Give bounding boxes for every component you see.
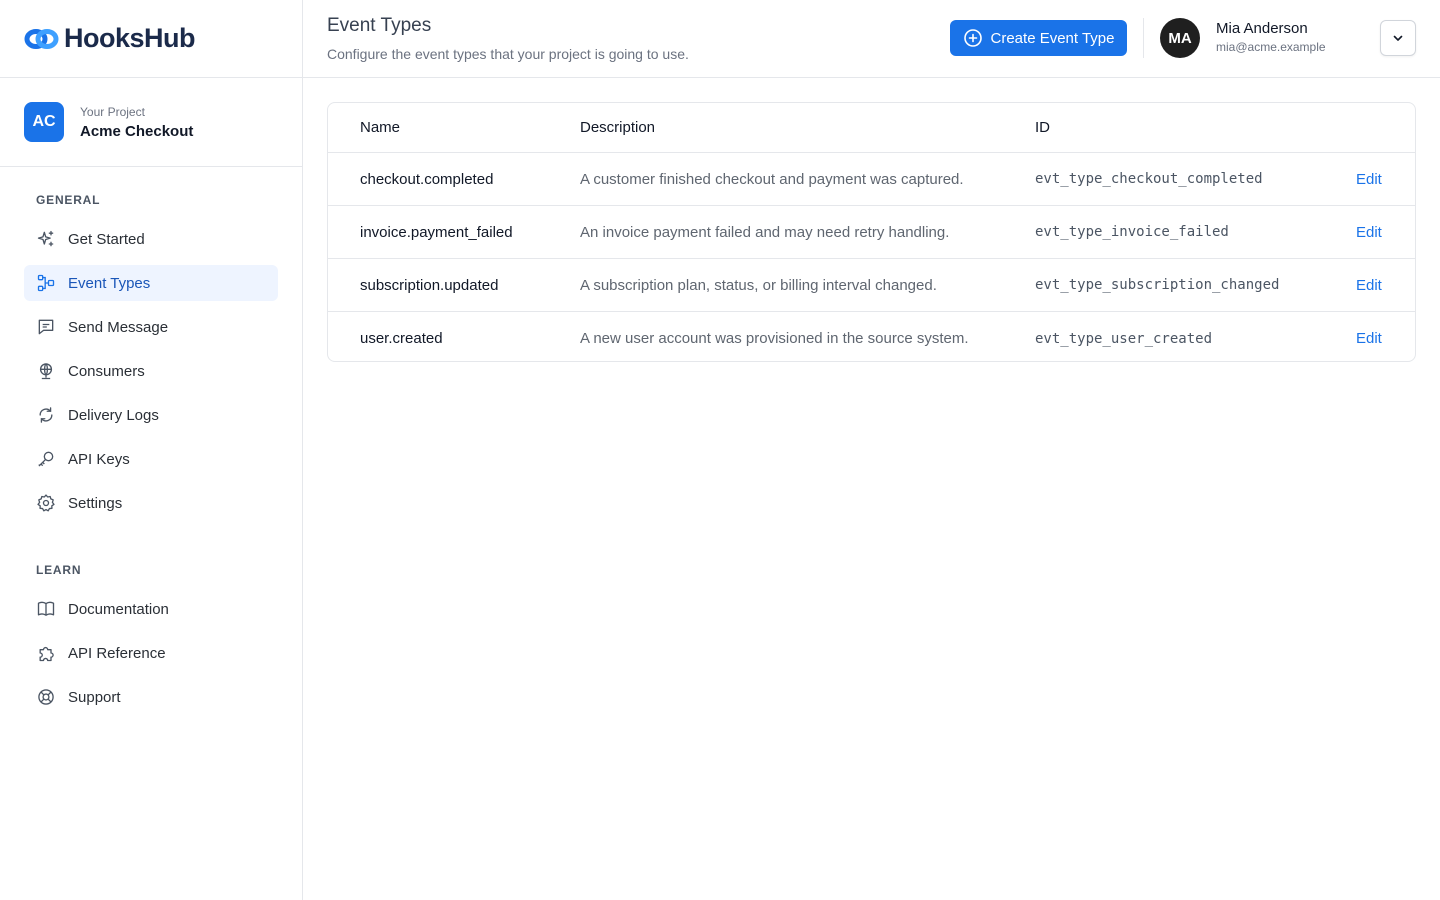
event-type-id: evt_type_checkout_completed [1035, 171, 1263, 187]
sidebar: HooksHub AC Your Project Acme Checkout G… [0, 0, 303, 900]
sidebar-item-label: Documentation [68, 600, 169, 618]
table-header-row: Name Description ID [328, 103, 1415, 153]
hookshub-logo-icon [24, 28, 59, 49]
event-type-id: evt_type_subscription_changed [1035, 277, 1280, 293]
sidebar-item-consumers[interactable]: Consumers [24, 353, 278, 389]
nav-general: GENERAL Get Started Event Types Send Mes [0, 167, 302, 521]
brand-logo[interactable]: HooksHub [24, 23, 196, 54]
project-name: Acme Checkout [80, 122, 194, 140]
create-event-type-label: Create Event Type [990, 29, 1115, 47]
event-type-id: evt_type_user_created [1035, 330, 1213, 347]
sidebar-item-get-started[interactable]: Get Started [24, 221, 278, 257]
brand-bar: HooksHub [0, 0, 302, 78]
table-row: checkout.completed A customer finished c… [328, 153, 1415, 206]
project-avatar: AC [24, 102, 64, 142]
table-row: user.created A new user account was prov… [328, 312, 1415, 361]
sidebar-item-label: Get Started [68, 230, 145, 248]
table-row: invoice.payment_failed An invoice paymen… [328, 206, 1415, 259]
sidebar-item-label: Consumers [68, 362, 145, 380]
event-type-name: user.created [360, 330, 443, 347]
sidebar-item-settings[interactable]: Settings [24, 485, 278, 521]
sidebar-item-documentation[interactable]: Documentation [24, 591, 278, 627]
chevron-down-icon [1393, 35, 1403, 41]
edit-link[interactable]: Edit [1356, 153, 1382, 205]
sidebar-item-label: API Reference [68, 644, 166, 662]
event-type-name: subscription.updated [360, 276, 499, 294]
user-name: Mia Anderson [1216, 20, 1308, 37]
page-title: Event Types [327, 15, 432, 36]
column-header-description: Description [580, 119, 656, 136]
header-divider [1143, 18, 1144, 58]
sparkle-icon [37, 230, 54, 247]
key-icon [38, 451, 54, 467]
project-switcher[interactable]: AC Your Project Acme Checkout [0, 78, 302, 167]
gear-icon [37, 494, 55, 512]
book-icon [37, 601, 55, 616]
edit-link[interactable]: Edit [1356, 312, 1382, 361]
sidebar-item-label: Settings [68, 494, 123, 512]
lifebuoy-icon [38, 689, 54, 705]
create-event-type-button[interactable]: Create Event Type [950, 20, 1127, 56]
event-type-description: A new user account was provisioned in th… [580, 330, 969, 347]
user-email: mia@acme.example [1216, 40, 1326, 54]
table-row: subscription.updated A subscription plan… [328, 259, 1415, 312]
section-label-general: GENERAL [36, 193, 101, 207]
sidebar-item-label: Delivery Logs [68, 406, 159, 424]
puzzle-icon [39, 646, 54, 662]
event-type-name: checkout.completed [360, 170, 494, 188]
section-label-learn: LEARN [36, 563, 82, 577]
sidebar-item-event-types[interactable]: Event Types [24, 265, 278, 301]
sidebar-item-label: Support [68, 688, 121, 706]
refresh-icon [39, 407, 53, 423]
event-type-id: evt_type_invoice_failed [1035, 224, 1229, 240]
user-menu-button[interactable] [1380, 20, 1416, 56]
message-icon [38, 319, 54, 335]
sidebar-item-label: API Keys [68, 450, 130, 468]
sidebar-item-api-keys[interactable]: API Keys [24, 441, 278, 477]
event-type-description: An invoice payment failed and may need r… [580, 223, 950, 241]
page-subtitle: Configure the event types that your proj… [327, 46, 689, 62]
event-types-table: Name Description ID checkout.completed A… [327, 102, 1416, 362]
sidebar-item-support[interactable]: Support [24, 679, 278, 715]
event-type-name: invoice.payment_failed [360, 223, 513, 241]
brand-name: HooksHub [64, 23, 196, 53]
event-types-icon [37, 274, 55, 292]
project-label: Your Project [80, 104, 145, 119]
nav-learn: LEARN Documentation API Reference Suppor… [0, 529, 302, 715]
globe-icon [39, 363, 53, 380]
sidebar-item-delivery-logs[interactable]: Delivery Logs [24, 397, 278, 433]
sidebar-item-label: Send Message [68, 318, 169, 336]
column-header-id: ID [1035, 119, 1050, 136]
sidebar-item-send-message[interactable]: Send Message [24, 309, 278, 345]
event-type-description: A subscription plan, status, or billing … [580, 276, 937, 294]
edit-link[interactable]: Edit [1356, 206, 1382, 258]
page-header: Event Types Configure the event types th… [303, 0, 1440, 78]
event-type-description: A customer finished checkout and payment… [580, 170, 964, 188]
sidebar-item-api-reference[interactable]: API Reference [24, 635, 278, 671]
avatar[interactable]: MA [1160, 18, 1200, 58]
sidebar-item-label: Event Types [68, 274, 151, 292]
plus-circle-icon [963, 29, 982, 47]
column-header-name: Name [360, 119, 401, 136]
edit-link[interactable]: Edit [1356, 259, 1382, 311]
